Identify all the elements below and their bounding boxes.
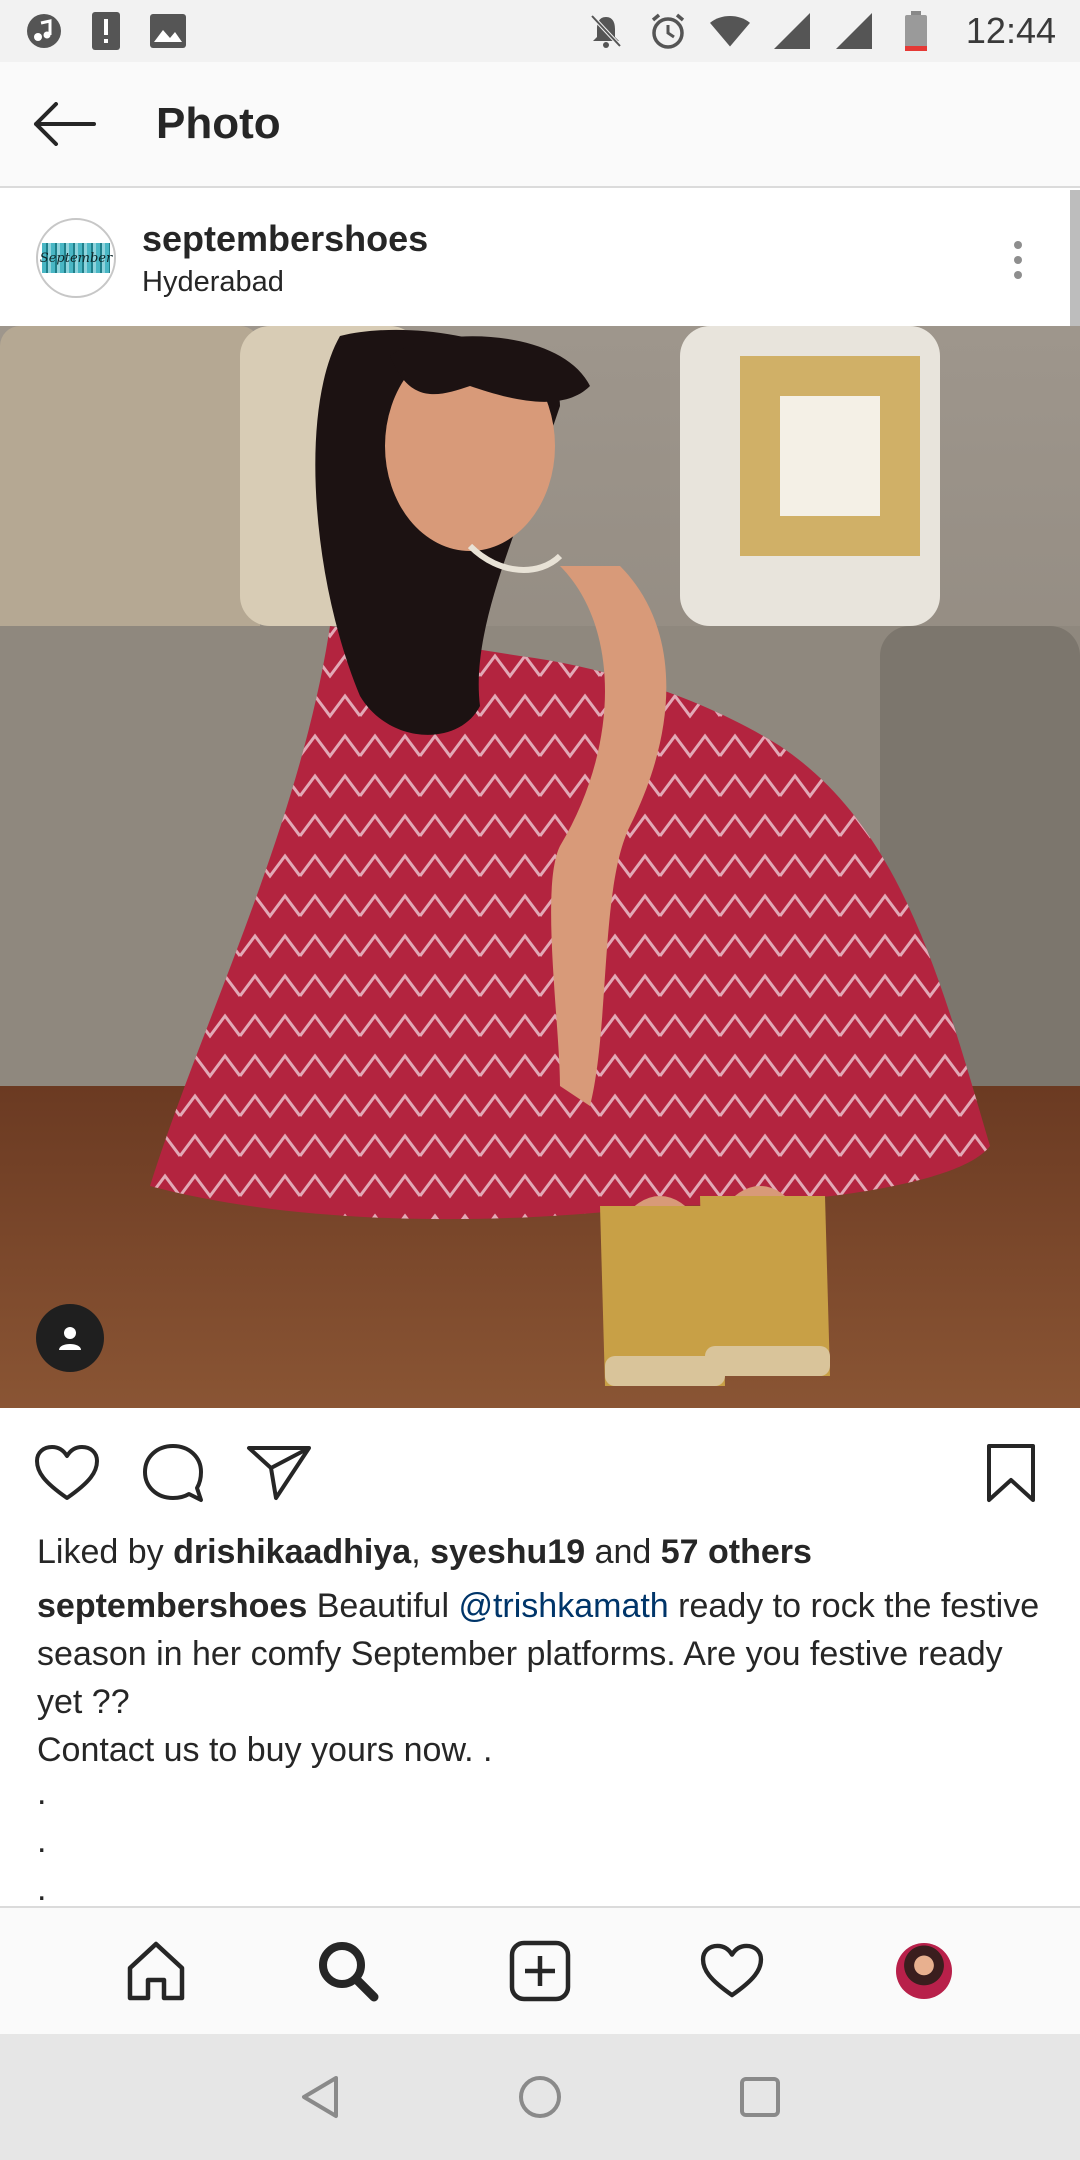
caption-contact-line: Contact us to buy yours now. . (37, 1731, 493, 1769)
photo-illustration (0, 326, 1080, 1408)
system-home-button[interactable] (510, 2067, 570, 2127)
back-triangle-icon (302, 2076, 338, 2118)
recents-square-icon (740, 2077, 780, 2117)
likes-prefix: Liked by (37, 1533, 164, 1571)
person-icon (59, 1327, 81, 1350)
post-avatar[interactable]: September (36, 218, 116, 298)
alert-icon (86, 11, 126, 51)
alarm-icon (648, 11, 688, 51)
bottom-nav (0, 1906, 1080, 2034)
caption-username[interactable]: septembershoes (37, 1587, 307, 1625)
page-title: Photo (156, 99, 281, 148)
bookmark-icon (987, 1444, 1035, 1502)
app-header: Photo (0, 62, 1080, 188)
wifi-icon (709, 11, 750, 51)
status-bar-right: 12:44 (586, 10, 1056, 52)
nav-activity[interactable] (687, 1926, 777, 2016)
nav-profile[interactable] (879, 1926, 969, 2016)
nav-new-post[interactable] (495, 1926, 585, 2016)
save-button[interactable] (976, 1438, 1046, 1508)
status-bar: 12:44 (0, 0, 1080, 62)
add-post-icon (509, 1940, 571, 2002)
status-bar-left (24, 11, 188, 51)
post-location[interactable]: Hyderabad (142, 266, 428, 299)
search-icon (319, 1942, 379, 2002)
share-button[interactable] (244, 1438, 314, 1508)
comment-icon (143, 1444, 203, 1502)
liker-username[interactable]: syeshu19 (430, 1533, 585, 1571)
signal-icon (834, 11, 874, 51)
heart-icon (700, 1943, 764, 1998)
liker-username[interactable]: drishikaadhiya (173, 1533, 411, 1571)
home-icon (127, 1941, 185, 2001)
system-recents-button[interactable] (730, 2067, 790, 2127)
tagged-people-button[interactable] (36, 1304, 104, 1372)
nav-home[interactable] (111, 1926, 201, 2016)
home-circle-icon (519, 2076, 561, 2118)
post-caption: septembershoes Beautiful @trishkamath re… (37, 1582, 1047, 1726)
avatar-logo: September (40, 243, 112, 273)
post-meta: septembershoes Hyderabad (142, 218, 428, 299)
caption-text: Beautiful (316, 1587, 450, 1625)
clock: 12:44 (965, 10, 1056, 51)
heart-icon (35, 1445, 99, 1500)
comment-button[interactable] (138, 1438, 208, 1508)
likes-separator: , (411, 1533, 421, 1571)
profile-avatar (896, 1943, 952, 1999)
screen: 12:44 Photo September septembershoes Hyd… (0, 0, 1080, 2160)
nav-search[interactable] (303, 1926, 393, 2016)
like-button[interactable] (32, 1438, 102, 1508)
caption-dot: . (37, 1774, 47, 1812)
scroll-indicator (1070, 190, 1080, 326)
music-icon (24, 11, 64, 51)
battery-icon (896, 11, 936, 51)
back-button[interactable] (14, 74, 114, 174)
likes-summary: Liked by drishikaadhiya, syeshu19 and 57… (37, 1528, 1047, 1576)
likes-others-link[interactable]: 57 others (661, 1533, 812, 1571)
caption-mention[interactable]: @trishkamath (458, 1587, 668, 1625)
back-arrow-icon (34, 102, 96, 146)
more-options-icon[interactable] (998, 230, 1038, 290)
muted-bell-icon (586, 11, 626, 51)
system-back-button[interactable] (290, 2067, 350, 2127)
send-icon (247, 1446, 311, 1500)
image-icon (148, 11, 188, 51)
likes-and: and (594, 1533, 652, 1571)
caption-dot: . (37, 1870, 47, 1908)
system-nav-bar (0, 2034, 1080, 2160)
signal-icon (772, 11, 812, 51)
caption-dot: . (37, 1822, 47, 1860)
post-header: September septembershoes Hyderabad (0, 190, 1068, 326)
post-username[interactable]: septembershoes (142, 218, 428, 260)
action-bar (0, 1408, 1080, 1532)
post-photo[interactable] (0, 326, 1080, 1408)
